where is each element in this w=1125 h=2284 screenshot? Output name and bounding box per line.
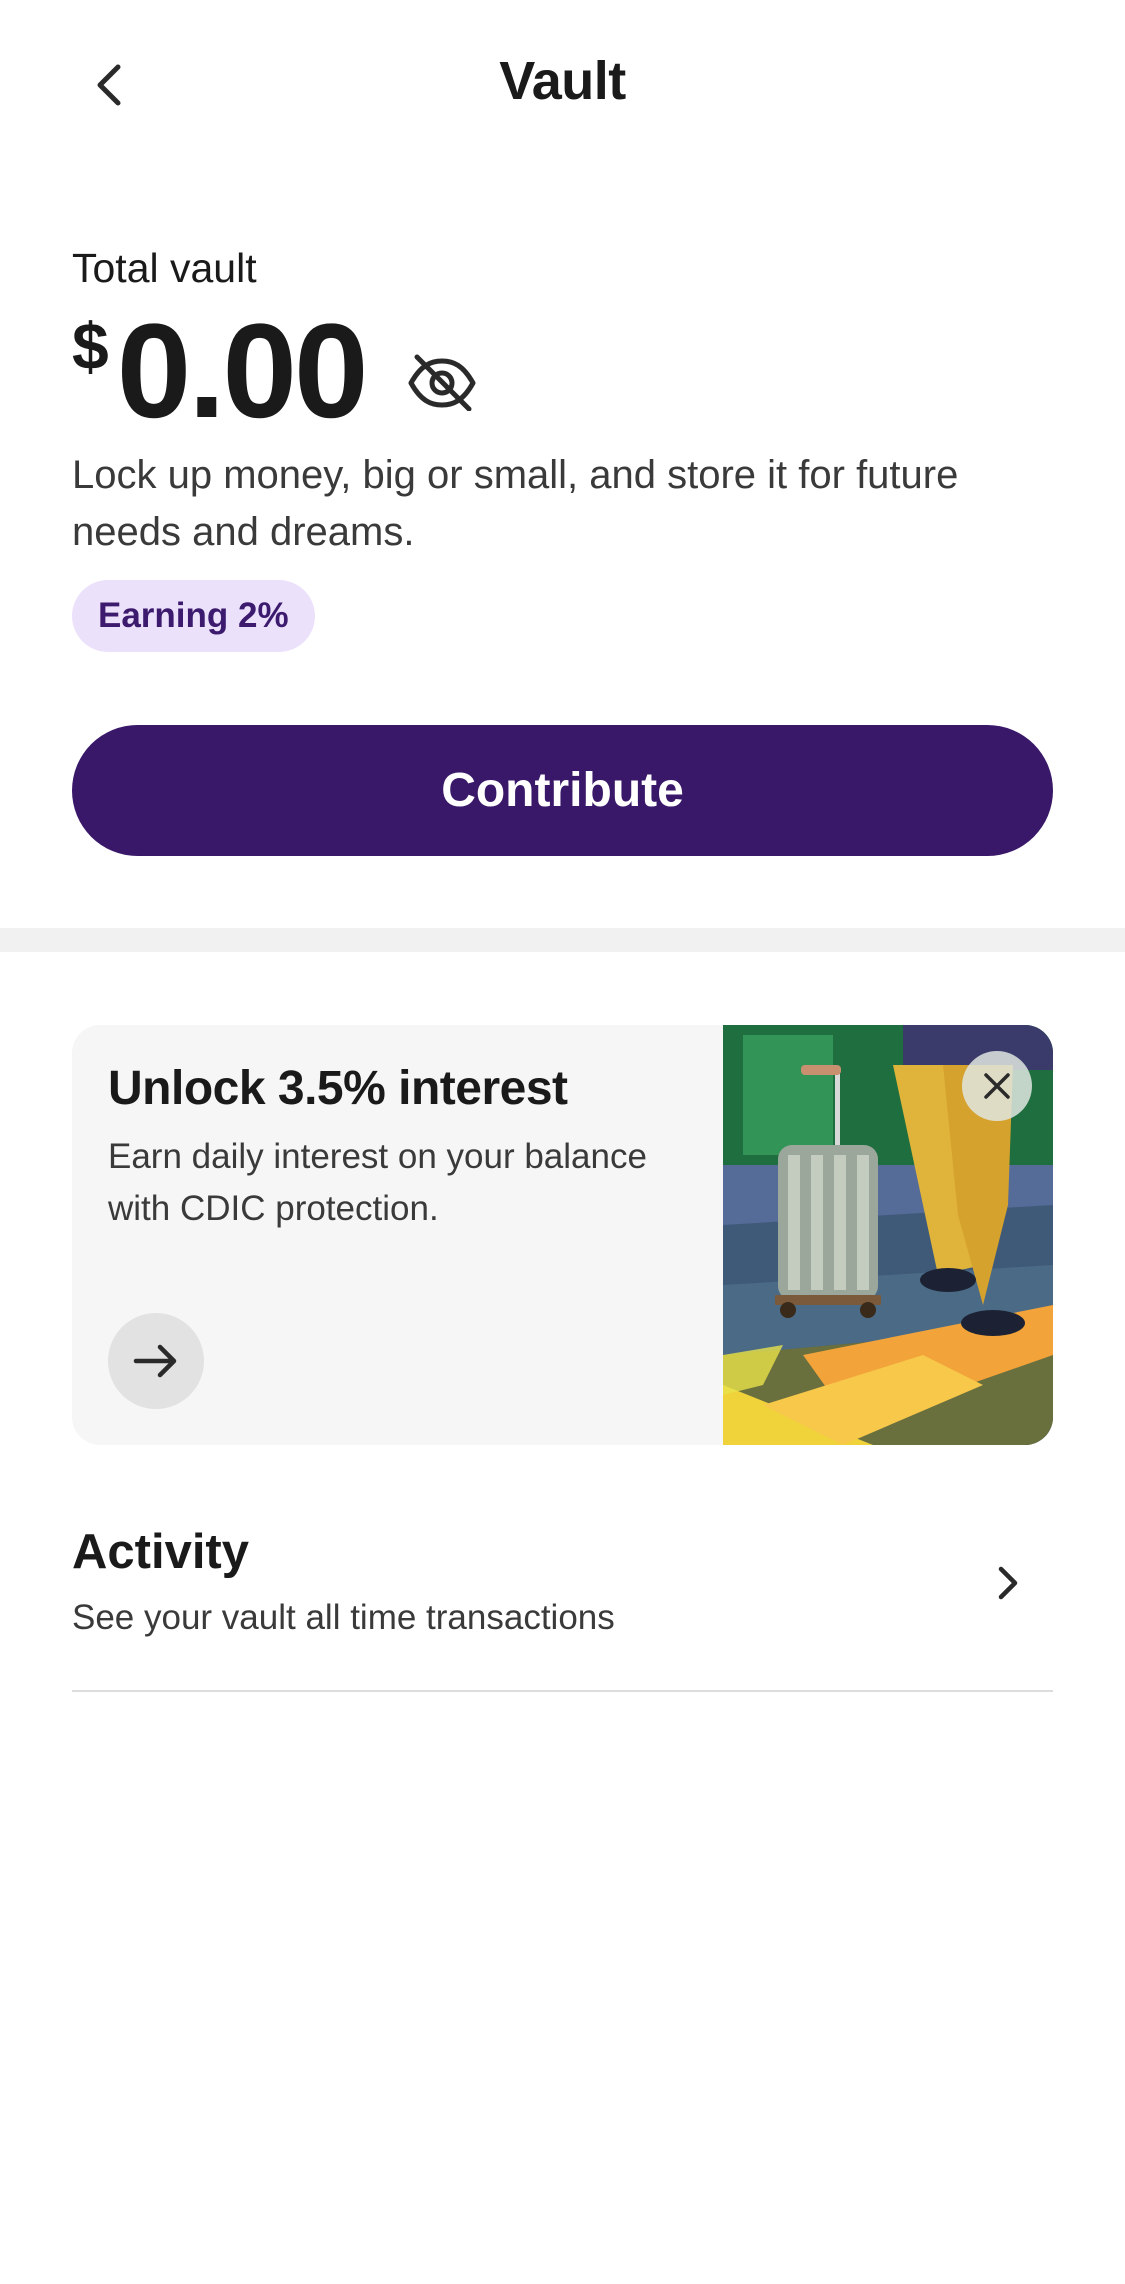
currency-symbol: $ xyxy=(72,309,109,383)
earning-rate-badge: Earning 2% xyxy=(72,580,315,652)
activity-divider xyxy=(72,1690,1053,1692)
activity-chevron xyxy=(983,1558,1033,1608)
section-divider xyxy=(0,928,1125,952)
vault-description: Lock up money, big or small, and store i… xyxy=(72,453,959,554)
contribute-button[interactable]: Contribute xyxy=(72,725,1053,856)
total-vault-label: Total vault xyxy=(72,245,257,291)
page-title: Vault xyxy=(499,51,626,111)
arrow-right-icon xyxy=(133,1344,177,1378)
promo-title: Unlock 3.5% interest xyxy=(108,1062,568,1115)
top-bar: Vault xyxy=(0,0,1125,175)
toggle-balance-visibility-button[interactable] xyxy=(406,345,478,417)
promo-description: Earn daily interest on your balance with… xyxy=(108,1137,647,1228)
activity-title: Activity xyxy=(72,1525,250,1579)
promo-dismiss-button[interactable] xyxy=(962,1051,1032,1121)
eye-off-icon xyxy=(408,354,476,411)
balance-display: $ 0.00 xyxy=(72,305,478,439)
promo-go-button[interactable] xyxy=(108,1313,204,1409)
chevron-right-icon xyxy=(998,1566,1018,1600)
balance-amount: 0.00 xyxy=(116,297,369,446)
close-icon xyxy=(984,1073,1010,1099)
activity-row[interactable]: Activity See your vault all time transac… xyxy=(72,1500,1053,1690)
activity-subtitle: See your vault all time transactions xyxy=(72,1598,615,1637)
interest-promo-card[interactable]: Unlock 3.5% interest Earn daily interest… xyxy=(72,1025,1053,1445)
